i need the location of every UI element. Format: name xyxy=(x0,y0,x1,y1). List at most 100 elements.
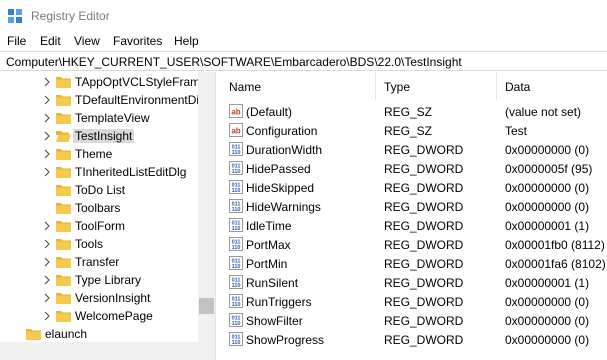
table-row[interactable]: 011 110 IdleTime REG_DWORD 0x00000001 (1) xyxy=(221,216,607,235)
value-type: REG_DWORD xyxy=(384,295,464,309)
value-name: PortMax xyxy=(246,238,291,252)
svg-text:110: 110 xyxy=(232,150,241,156)
menu-favorites[interactable]: Favorites xyxy=(113,34,162,48)
value-type: REG_DWORD xyxy=(384,200,464,214)
table-row[interactable]: 011 110 RunSilent REG_DWORD 0x00000001 (1) xyxy=(221,273,607,292)
folder-open-icon xyxy=(56,131,71,142)
svg-text:110: 110 xyxy=(232,340,241,346)
folder-icon xyxy=(56,293,71,304)
tree-item-label: VersionInsight xyxy=(75,291,151,305)
value-type: REG_DWORD xyxy=(384,162,464,176)
tree-item-label: ToDo List xyxy=(75,183,126,197)
tree-item-type-library[interactable]: Type Library xyxy=(0,271,200,289)
tree-item-label: TDefaultEnvironmentDi xyxy=(75,93,200,107)
table-row[interactable]: 011 110 HidePassed REG_DWORD 0x0000005f (95) xyxy=(221,159,607,178)
chevron-right-icon[interactable] xyxy=(42,77,52,87)
folder-icon xyxy=(56,239,71,250)
tree-item-theme[interactable]: Theme xyxy=(0,145,200,163)
tree-item-label: Tools xyxy=(75,237,104,251)
table-row[interactable]: 011 110 ShowFilter REG_DWORD 0x00000000 (0) xyxy=(221,311,607,330)
column-header-type[interactable]: Type xyxy=(376,72,497,100)
svg-text:110: 110 xyxy=(232,283,241,289)
menu-help[interactable]: Help xyxy=(174,34,199,48)
value-type: REG_SZ xyxy=(384,124,433,138)
table-row[interactable]: ab Configuration REG_SZ Test xyxy=(221,121,607,140)
tree-vertical-scrollbar[interactable] xyxy=(198,72,215,342)
binary-value-icon: 011 110 xyxy=(229,332,243,346)
table-row[interactable]: 011 110 HideSkipped REG_DWORD 0x00000000 (0) xyxy=(221,178,607,197)
tree-item-label: Theme xyxy=(75,147,113,161)
value-name: PortMin xyxy=(246,257,288,271)
binary-value-icon: 011 110 xyxy=(229,294,243,308)
chevron-right-icon[interactable] xyxy=(42,95,52,105)
value-data: 0x00001fb0 (8112) xyxy=(505,238,605,252)
tree-item-versioninsight[interactable]: VersionInsight xyxy=(0,289,200,307)
value-data: 0x00000000 (0) xyxy=(505,181,590,195)
tree-item-label: Type Library xyxy=(75,273,142,287)
chevron-right-icon[interactable] xyxy=(42,257,52,267)
registry-editor-icon xyxy=(8,9,22,23)
tree-item-testinsight[interactable]: TestInsight xyxy=(0,127,200,145)
tree-item-label: TestInsight xyxy=(73,129,135,143)
table-row[interactable]: 011 110 DurationWidth REG_DWORD 0x00000000 (… xyxy=(221,140,607,159)
menu-edit[interactable]: Edit xyxy=(40,34,61,48)
tree-item-tinheritedlisteditdlg[interactable]: TInheritedListEditDlg xyxy=(0,163,200,181)
address-bar[interactable]: Computer\HKEY_CURRENT_USER\SOFTWARE\Emba… xyxy=(0,51,607,71)
tree-item-templateview[interactable]: TemplateView xyxy=(0,109,200,127)
value-data: 0x00000001 (1) xyxy=(505,219,590,233)
tree-item-elaunch[interactable]: elaunch xyxy=(0,325,200,343)
binary-value-icon: 011 110 xyxy=(229,199,243,213)
chevron-right-icon[interactable] xyxy=(42,221,52,231)
value-name: DurationWidth xyxy=(246,143,323,157)
values-list[interactable]: Name Type Data ab (Default) REG_SZ (value n… xyxy=(221,72,607,360)
table-row[interactable]: 011 110 PortMax REG_DWORD 0x00001fb0 (8112) xyxy=(221,235,607,254)
tree-item-label: Toolbars xyxy=(75,201,121,215)
table-row[interactable]: ab (Default) REG_SZ (value not set) xyxy=(221,102,607,121)
chevron-right-icon[interactable] xyxy=(42,239,52,249)
binary-value-icon: 011 110 xyxy=(229,275,243,289)
value-type: REG_DWORD xyxy=(384,257,464,271)
binary-value-icon: 011 110 xyxy=(229,313,243,327)
value-name: Configuration xyxy=(246,124,318,138)
value-type: REG_DWORD xyxy=(384,143,464,157)
menu-view[interactable]: View xyxy=(74,34,100,48)
title-bar[interactable]: Registry Editor xyxy=(0,0,607,31)
tree-item-toolform[interactable]: ToolForm xyxy=(0,217,200,235)
chevron-right-icon[interactable] xyxy=(42,113,52,123)
value-type: REG_SZ xyxy=(384,105,433,119)
chevron-right-icon[interactable] xyxy=(42,293,52,303)
value-data: 0x00001fa6 (8102) xyxy=(505,257,606,271)
column-header-label: Data xyxy=(505,80,531,94)
tree-horizontal-scrollbar[interactable] xyxy=(0,342,215,360)
table-row[interactable]: 011 110 HideWarnings REG_DWORD 0x00000000 (0… xyxy=(221,197,607,216)
tree-item-tools[interactable]: Tools xyxy=(0,235,200,253)
scroll-thumb[interactable] xyxy=(199,298,214,314)
tree-item-tappoptvclstyleframe[interactable]: TAppOptVCLStyleFrame xyxy=(0,73,207,91)
tree-item-label: TAppOptVCLStyleFrame xyxy=(75,75,207,89)
svg-text:110: 110 xyxy=(232,169,241,175)
tree-item-transfer[interactable]: Transfer xyxy=(0,253,200,271)
value-type: REG_DWORD xyxy=(384,276,464,290)
value-type: REG_DWORD xyxy=(384,238,464,252)
tree-item-todo-list[interactable]: ToDo List xyxy=(0,181,200,199)
tree-item-toolbars[interactable]: Toolbars xyxy=(0,199,200,217)
column-header-data[interactable]: Data xyxy=(497,72,607,100)
chevron-right-icon[interactable] xyxy=(42,311,52,321)
chevron-right-icon[interactable] xyxy=(42,131,52,141)
svg-text:110: 110 xyxy=(232,264,241,270)
chevron-right-icon[interactable] xyxy=(42,167,52,177)
chevron-right-icon[interactable] xyxy=(42,275,52,285)
menu-file[interactable]: File xyxy=(7,34,26,48)
value-name: ShowProgress xyxy=(246,333,325,347)
chevron-right-icon[interactable] xyxy=(42,149,52,159)
address-path[interactable]: Computer\HKEY_CURRENT_USER\SOFTWARE\Emba… xyxy=(6,55,462,69)
table-row[interactable]: 011 110 ShowProgress REG_DWORD 0x00000000 (0… xyxy=(221,330,607,349)
tree-item-tdefaultenvironmentdi[interactable]: TDefaultEnvironmentDi xyxy=(0,91,200,109)
tree-pane[interactable]: TAppOptVCLStyleFrame TDefaultEnvironment… xyxy=(0,72,215,360)
tree-item-welcomepage[interactable]: WelcomePage xyxy=(0,307,200,325)
column-header-name[interactable]: Name xyxy=(221,72,376,100)
value-type: REG_DWORD xyxy=(384,219,464,233)
tree-item-label: ToolForm xyxy=(75,219,126,233)
table-row[interactable]: 011 110 PortMin REG_DWORD 0x00001fa6 (8102) xyxy=(221,254,607,273)
table-row[interactable]: 011 110 RunTriggers REG_DWORD 0x00000000 (0) xyxy=(221,292,607,311)
